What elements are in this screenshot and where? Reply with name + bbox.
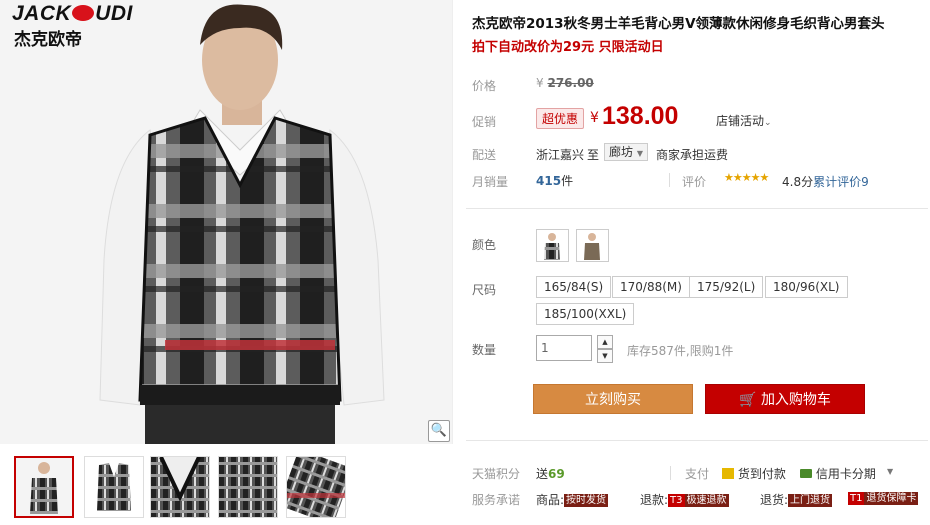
- model-illustration: [0, 0, 452, 444]
- ontime-shipping-badge: 按时发货: [564, 494, 609, 507]
- credit-card-icon: [800, 469, 812, 478]
- product-title: 杰克欧帝2013秋冬男士羊毛背心男V领薄款休闲修身毛织背心男套头: [472, 16, 885, 32]
- add-to-cart-button[interactable]: 🛒 加入购物车: [705, 384, 865, 414]
- rating-summary[interactable]: 4.8分累计评价9: [782, 173, 869, 190]
- cod-payment[interactable]: 货到付款: [722, 465, 786, 482]
- review-label: 评价: [682, 175, 707, 189]
- divider: [670, 466, 671, 480]
- thumbnail-1[interactable]: [14, 456, 74, 518]
- shipping-origin: 浙江嘉兴: [536, 148, 585, 162]
- brand-logo-mark: [72, 5, 95, 21]
- quantity-label: 数量: [472, 343, 497, 357]
- section-divider: [466, 208, 928, 209]
- quantity-increase-icon[interactable]: ▲: [597, 335, 613, 349]
- review-count-link[interactable]: 累计评价9: [813, 175, 869, 189]
- rating-stars-icon: ★★★★★: [724, 171, 769, 184]
- brand-logo: JACK UDI: [12, 2, 133, 25]
- shop-activity-dropdown[interactable]: 店铺活动⌄: [716, 112, 772, 129]
- size-option[interactable]: 165/84(S): [536, 276, 612, 298]
- size-label: 尺码: [472, 283, 497, 297]
- fast-refund-badge: 极速退款: [684, 494, 729, 507]
- color-label: 颜色: [472, 238, 497, 252]
- stock-info: 库存587件,限购1件: [627, 344, 734, 358]
- caret-down-icon: ▼: [636, 149, 643, 158]
- promo-badge: 超优惠: [536, 108, 585, 129]
- thumbnail-5[interactable]: [286, 456, 346, 518]
- home-return-badge: 上门退货: [788, 494, 833, 507]
- chevron-down-icon: ⌄: [764, 118, 772, 128]
- monthly-sales-label: 月销量: [472, 175, 509, 189]
- tmall-points: 送69: [536, 467, 565, 481]
- service-item: 商品: 按时发货: [536, 493, 609, 507]
- caret-down-icon[interactable]: ▼: [887, 467, 893, 476]
- quantity-decrease-icon[interactable]: ▼: [597, 349, 613, 363]
- thumbnail-2[interactable]: [84, 456, 144, 518]
- credit-card-installment[interactable]: 信用卡分期: [800, 465, 876, 482]
- shipping-label: 配送: [472, 148, 497, 162]
- color-swatch-2[interactable]: [576, 229, 609, 262]
- price-label: 价格: [472, 79, 497, 93]
- cod-icon: [722, 468, 734, 479]
- promo-label: 促销: [472, 115, 497, 129]
- quantity-input[interactable]: 1: [536, 335, 592, 361]
- size-option[interactable]: 180/96(XL): [765, 276, 848, 298]
- currency-symbol: ¥: [590, 110, 599, 126]
- buy-now-button[interactable]: 立刻购买: [533, 384, 693, 414]
- monthly-sales: 415件: [536, 174, 574, 188]
- size-option[interactable]: 170/88(M): [612, 276, 690, 298]
- thumbnail-4[interactable]: [218, 456, 278, 518]
- brand-logo-cn: 杰克欧帝: [14, 30, 82, 50]
- return-guarantee-badge: 退货保障卡: [864, 492, 919, 505]
- payment-label: 支付: [685, 467, 710, 481]
- service-item: T1 退货保障卡: [848, 491, 919, 505]
- color-swatch-1[interactable]: [536, 229, 569, 262]
- service-item: 退款: T3 极速退款: [640, 493, 729, 507]
- shipping-to: 至: [587, 148, 600, 162]
- divider: [669, 173, 670, 187]
- thumbnail-3[interactable]: [150, 456, 210, 518]
- t3-icon: T3: [668, 494, 685, 507]
- shipping-fee-note: 商家承担运费: [656, 148, 729, 162]
- destination-select[interactable]: 廊坊 ▼: [604, 143, 648, 161]
- promo-price: 138.00: [602, 102, 679, 130]
- t1-icon: T1: [848, 492, 865, 505]
- promo-text: 拍下自动改价为29元 只限活动日: [472, 40, 664, 55]
- service-label: 服务承诺: [472, 493, 521, 507]
- cart-icon: 🛒: [739, 392, 757, 408]
- product-main-image[interactable]: JACK UDI 杰克欧帝 🔍: [0, 0, 453, 444]
- size-option[interactable]: 185/100(XXL): [536, 303, 635, 325]
- size-option[interactable]: 175/92(L): [689, 276, 764, 298]
- tmall-points-label: 天猫积分: [472, 467, 521, 481]
- section-divider: [466, 440, 928, 441]
- original-price: ¥ 276.00: [536, 76, 594, 90]
- service-item: 退货: 上门退货: [760, 493, 833, 507]
- zoom-icon[interactable]: 🔍: [428, 420, 450, 442]
